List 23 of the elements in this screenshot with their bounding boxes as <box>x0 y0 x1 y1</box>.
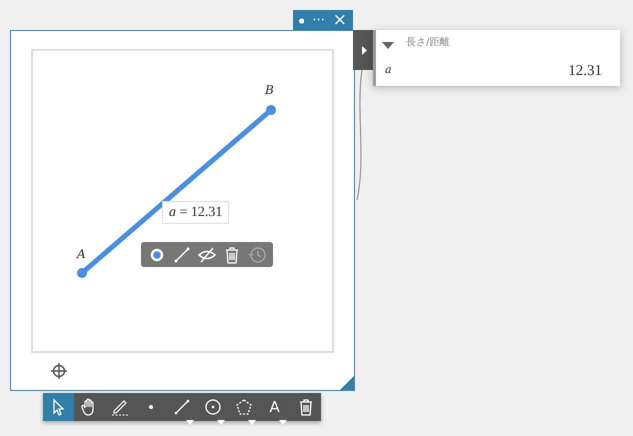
panel-toggle-button[interactable] <box>353 30 375 70</box>
line-segment[interactable] <box>77 105 276 278</box>
more-button[interactable]: ··· <box>312 14 325 27</box>
segment-icon <box>172 397 192 417</box>
group-header: 長さ/距離 <box>406 36 450 50</box>
point-label: B <box>265 82 274 99</box>
eye-slash-icon[interactable] <box>197 244 217 264</box>
point-icon <box>149 405 154 409</box>
point-label: A <box>77 246 86 263</box>
segment-label: a = 12.31 <box>162 201 230 224</box>
measure-value: 12.31 <box>568 62 602 81</box>
polygon-icon <box>234 397 254 417</box>
circle-icon <box>202 397 223 417</box>
segment-icon[interactable] <box>172 244 192 264</box>
right-arrow-icon <box>362 46 366 54</box>
resize-handle[interactable] <box>340 376 354 390</box>
text-tool-button[interactable]: A <box>259 393 290 421</box>
style-icon[interactable] <box>299 16 304 26</box>
measure-name: a <box>385 62 392 78</box>
pointer-tool-button[interactable] <box>43 393 74 421</box>
close-button[interactable]: × <box>332 12 347 29</box>
caret-icon[interactable] <box>382 42 394 49</box>
crosshair-icon[interactable] <box>51 363 67 379</box>
